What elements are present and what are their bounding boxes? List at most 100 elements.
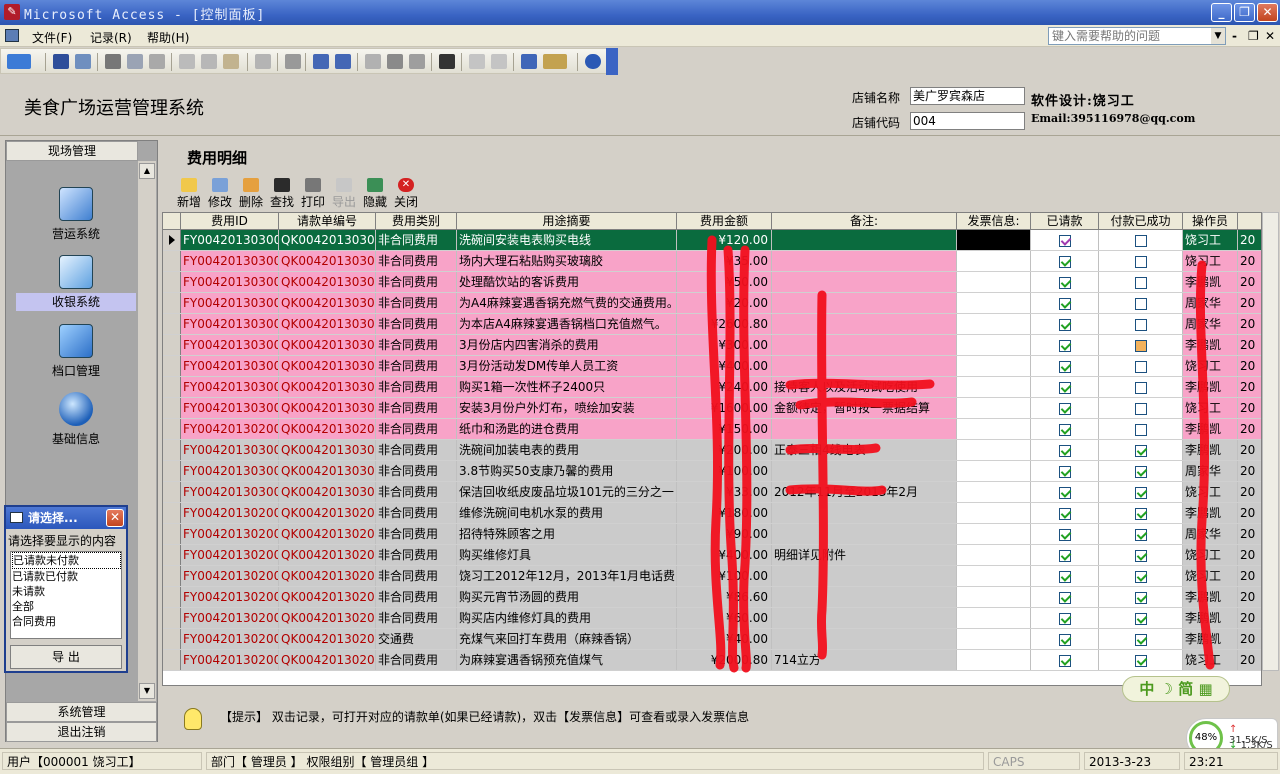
cell-operator[interactable]: 李鹏凯	[1183, 272, 1238, 292]
help-icon[interactable]	[585, 54, 601, 69]
cell-paid[interactable]	[1099, 524, 1183, 544]
cell-expense-type[interactable]: 非合同费用	[376, 251, 457, 271]
cell-amount[interactable]: ¥60.00	[677, 608, 772, 628]
table-row[interactable]: FY0042013020013QK0042013020012非合同费用为麻辣宴遇…	[163, 650, 1261, 671]
cell-paid[interactable]	[1099, 251, 1183, 271]
paste-icon[interactable]	[223, 54, 239, 69]
paid-checkbox[interactable]	[1134, 255, 1147, 268]
apply-filter-icon[interactable]	[409, 54, 425, 69]
cell-extra[interactable]: 20	[1238, 419, 1261, 439]
requested-checkbox[interactable]	[1058, 465, 1071, 478]
cell-expense-type[interactable]: 非合同费用	[376, 356, 457, 376]
row-selector[interactable]	[163, 440, 181, 460]
cell-invoice[interactable]	[957, 272, 1031, 292]
cell-paid[interactable]	[1099, 608, 1183, 628]
requested-checkbox[interactable]	[1058, 612, 1071, 625]
cell-requested[interactable]	[1031, 293, 1099, 313]
col-extra[interactable]	[1238, 213, 1261, 229]
cell-requested[interactable]	[1031, 629, 1099, 649]
col-amount[interactable]: 费用金额	[677, 213, 772, 229]
cell-request-no[interactable]: QK0042013020014	[279, 587, 376, 607]
cell-extra[interactable]: 20	[1238, 398, 1261, 418]
cell-description[interactable]: 购买1箱一次性杯子2400只	[457, 377, 677, 397]
requested-checkbox[interactable]	[1058, 654, 1071, 667]
table-row[interactable]: FY0042013020015QK0042013020014非合同费用购买店内维…	[163, 608, 1261, 629]
cell-note[interactable]	[772, 293, 957, 313]
cell-amount[interactable]: ¥100.00	[677, 566, 772, 586]
row-selector[interactable]	[163, 566, 181, 586]
paid-checkbox[interactable]	[1134, 528, 1147, 541]
cell-extra[interactable]: 20	[1238, 251, 1261, 271]
nav-section-system[interactable]: 系统管理	[6, 702, 157, 722]
cell-request-no[interactable]: QK0042013030012	[279, 482, 376, 502]
requested-checkbox[interactable]	[1058, 486, 1071, 499]
toolbar-options-handle[interactable]	[606, 48, 618, 75]
new-record-icon[interactable]	[469, 54, 485, 69]
file-search-icon[interactable]	[75, 54, 91, 69]
cell-invoice[interactable]	[957, 419, 1031, 439]
cell-requested[interactable]	[1031, 230, 1099, 250]
cell-invoice[interactable]	[957, 545, 1031, 565]
cell-extra[interactable]: 20	[1238, 545, 1261, 565]
col-operator[interactable]: 操作员	[1183, 213, 1238, 229]
list-item[interactable]: 全部	[12, 599, 121, 614]
cell-requested[interactable]	[1031, 440, 1099, 460]
mdi-restore-button[interactable]: ❐	[1248, 29, 1259, 43]
cell-paid[interactable]	[1099, 650, 1183, 670]
requested-checkbox[interactable]	[1058, 255, 1071, 268]
cell-requested[interactable]	[1031, 461, 1099, 481]
paid-checkbox[interactable]	[1134, 423, 1147, 436]
cell-operator[interactable]: 李鹏凯	[1183, 335, 1238, 355]
cell-expense-type[interactable]: 非合同费用	[376, 566, 457, 586]
cell-note[interactable]	[772, 524, 957, 544]
cell-description[interactable]: 充煤气来回打车费用（麻辣香锅）	[457, 629, 677, 649]
cell-expense-id[interactable]: FY0042013030027	[181, 377, 279, 397]
cell-requested[interactable]	[1031, 566, 1099, 586]
cell-invoice[interactable]	[957, 251, 1031, 271]
close-button[interactable]: ✕	[1257, 3, 1278, 22]
spelling-icon[interactable]	[149, 54, 165, 69]
cell-request-no[interactable]: QK0042013020020	[279, 524, 376, 544]
cell-amount[interactable]: ¥86.60	[677, 587, 772, 607]
cell-extra[interactable]: 20	[1238, 356, 1261, 376]
paid-checkbox[interactable]	[1134, 381, 1147, 394]
hide-button[interactable]: 隐藏	[362, 178, 388, 210]
cell-requested[interactable]	[1031, 503, 1099, 523]
cell-description[interactable]: 购买元宵节汤圆的费用	[457, 587, 677, 607]
requested-checkbox[interactable]	[1058, 444, 1071, 457]
close-panel-button[interactable]: ✕ 关闭	[393, 178, 419, 210]
cell-requested[interactable]	[1031, 314, 1099, 334]
new-object-icon[interactable]	[543, 54, 567, 69]
cell-expense-type[interactable]: 非合同费用	[376, 545, 457, 565]
table-row[interactable]: FY0042013030027QK0042013030016非合同费用购买1箱一…	[163, 377, 1261, 398]
delete-record-icon[interactable]	[491, 54, 507, 69]
cell-expense-id[interactable]: FY0042013030023	[181, 482, 279, 502]
nav-item-cashier[interactable]: 收银系统	[16, 255, 136, 311]
cell-note[interactable]: 2012年11月至2013年2月	[772, 482, 957, 502]
cell-amount[interactable]: ¥50.00	[677, 272, 772, 292]
table-row[interactable]: FY0042013030029QK0042013030018非合同费用3月份店内…	[163, 335, 1261, 356]
cell-invoice[interactable]	[957, 587, 1031, 607]
requested-checkbox[interactable]	[1058, 423, 1071, 436]
cell-expense-id[interactable]: FY0042013020014	[181, 629, 279, 649]
col-request-no[interactable]: 请款单编号	[279, 213, 376, 229]
requested-checkbox[interactable]	[1058, 591, 1071, 604]
cell-request-no[interactable]: QK0042013030021	[279, 251, 376, 271]
col-note[interactable]: 备注:	[772, 213, 957, 229]
cell-description[interactable]: 购买店内维修灯具的费用	[457, 608, 677, 628]
store-code-field[interactable]: 004	[910, 112, 1025, 130]
cell-amount[interactable]: ¥240.00	[677, 377, 772, 397]
cell-description[interactable]: 饶习工2012年12月，2013年1月电话费	[457, 566, 677, 586]
requested-checkbox[interactable]	[1058, 276, 1071, 289]
cell-paid[interactable]	[1099, 482, 1183, 502]
col-description[interactable]: 用途摘要	[457, 213, 677, 229]
cell-operator[interactable]: 周家华	[1183, 293, 1238, 313]
cell-invoice[interactable]	[957, 293, 1031, 313]
cell-note[interactable]	[772, 230, 957, 250]
cell-note[interactable]: 正泰三相4线电表	[772, 440, 957, 460]
cell-expense-id[interactable]: FY0042013020026	[181, 503, 279, 523]
requested-checkbox[interactable]	[1058, 507, 1071, 520]
cell-expense-id[interactable]: FY0042013020016	[181, 587, 279, 607]
cell-request-no[interactable]: QK0042013030013	[279, 398, 376, 418]
nav-scrollbar[interactable]: ▲ ▼	[138, 161, 156, 701]
